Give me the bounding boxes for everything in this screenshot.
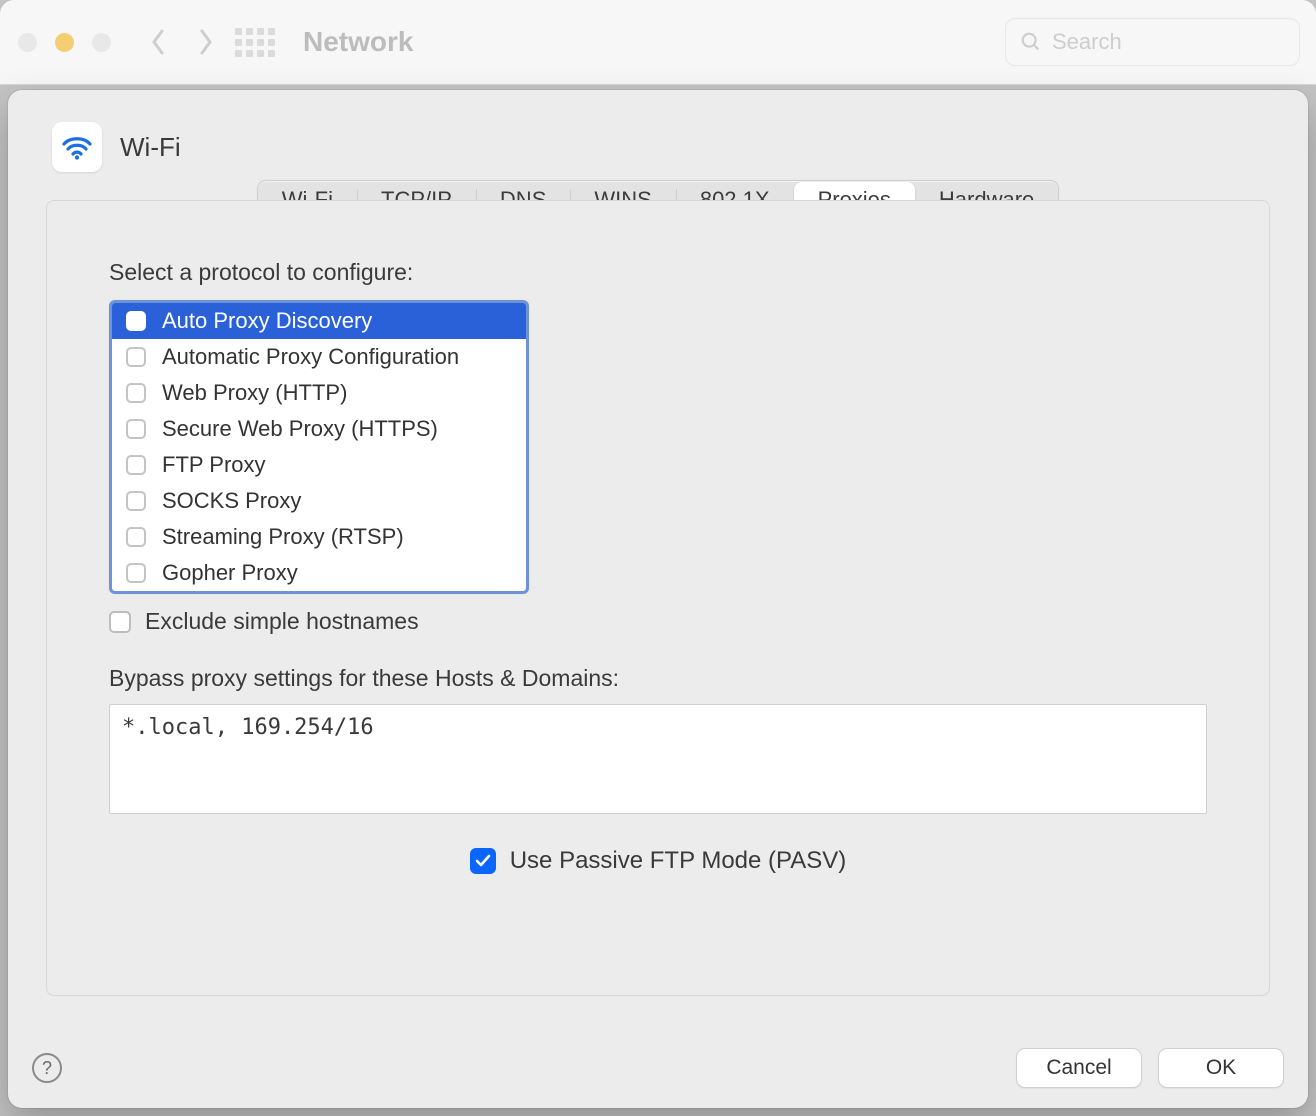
- pasv-label: Use Passive FTP Mode (PASV): [510, 847, 847, 875]
- minimize-window-button[interactable]: [55, 33, 74, 52]
- maximize-window-button[interactable]: [92, 33, 111, 52]
- bypass-label: Bypass proxy settings for these Hosts & …: [109, 665, 1207, 692]
- sheet-footer: ? Cancel OK: [32, 1048, 1284, 1088]
- protocol-label: Gopher Proxy: [162, 560, 298, 586]
- window-title: Network: [303, 26, 413, 58]
- wifi-icon: [52, 122, 102, 172]
- cancel-button[interactable]: Cancel: [1016, 1048, 1142, 1088]
- exclude-simple-label: Exclude simple hostnames: [145, 608, 419, 635]
- protocol-checkbox[interactable]: [126, 311, 146, 331]
- forward-button[interactable]: [195, 31, 217, 53]
- protocol-label: Web Proxy (HTTP): [162, 380, 347, 406]
- select-protocol-label: Select a protocol to configure:: [109, 259, 1207, 286]
- search-field[interactable]: Search: [1005, 18, 1300, 66]
- protocol-row[interactable]: SOCKS Proxy: [112, 483, 526, 519]
- protocol-checkbox[interactable]: [126, 527, 146, 547]
- protocol-list[interactable]: Auto Proxy Discovery Automatic Proxy Conf…: [109, 300, 529, 594]
- protocol-checkbox[interactable]: [126, 563, 146, 583]
- window-toolbar: Network Search: [0, 0, 1316, 85]
- protocol-label: Secure Web Proxy (HTTPS): [162, 416, 438, 442]
- show-all-icon[interactable]: [235, 28, 275, 57]
- protocol-checkbox[interactable]: [126, 383, 146, 403]
- pasv-checkbox[interactable]: [470, 848, 496, 874]
- content-well: Select a protocol to configure: Auto Pro…: [46, 200, 1270, 996]
- protocol-label: Automatic Proxy Configuration: [162, 344, 459, 370]
- protocol-checkbox[interactable]: [126, 491, 146, 511]
- protocol-row[interactable]: Gopher Proxy: [112, 555, 526, 591]
- close-window-button[interactable]: [18, 33, 37, 52]
- protocol-label: Streaming Proxy (RTSP): [162, 524, 404, 550]
- settings-sheet: Wi-Fi Wi-FiTCP/IPDNSWINS802.1XProxiesHar…: [8, 90, 1308, 1108]
- protocol-row[interactable]: Web Proxy (HTTP): [112, 375, 526, 411]
- protocol-row[interactable]: Secure Web Proxy (HTTPS): [112, 411, 526, 447]
- protocol-row[interactable]: Auto Proxy Discovery: [112, 303, 526, 339]
- protocol-label: FTP Proxy: [162, 452, 266, 478]
- search-placeholder: Search: [1052, 29, 1122, 55]
- protocol-checkbox[interactable]: [126, 455, 146, 475]
- traffic-lights: [18, 33, 111, 52]
- back-button[interactable]: [147, 31, 169, 53]
- protocol-label: Auto Proxy Discovery: [162, 308, 372, 334]
- bypass-textarea[interactable]: [109, 704, 1207, 814]
- search-icon: [1020, 31, 1042, 53]
- exclude-simple-checkbox[interactable]: [109, 611, 131, 633]
- ok-button[interactable]: OK: [1158, 1048, 1284, 1088]
- protocol-row[interactable]: FTP Proxy: [112, 447, 526, 483]
- service-title: Wi-Fi: [120, 132, 181, 163]
- protocol-checkbox[interactable]: [126, 419, 146, 439]
- protocol-row[interactable]: Streaming Proxy (RTSP): [112, 519, 526, 555]
- protocol-label: SOCKS Proxy: [162, 488, 301, 514]
- protocol-row[interactable]: Automatic Proxy Configuration: [112, 339, 526, 375]
- help-button[interactable]: ?: [32, 1053, 62, 1083]
- protocol-checkbox[interactable]: [126, 347, 146, 367]
